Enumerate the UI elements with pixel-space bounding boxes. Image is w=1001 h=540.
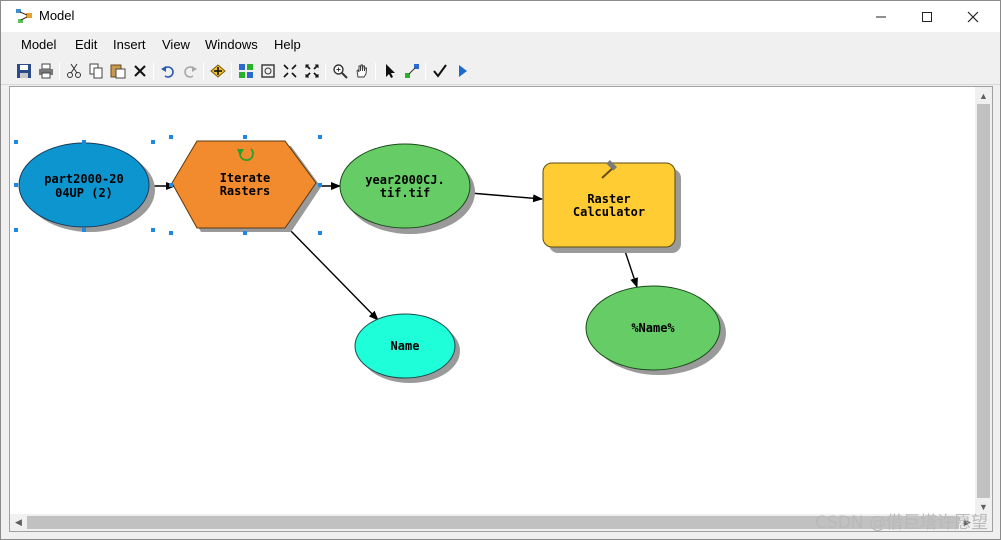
minimize-icon — [876, 16, 886, 17]
paste-button[interactable] — [109, 62, 127, 80]
auto-layout-icon — [239, 64, 253, 78]
save-icon — [17, 64, 31, 78]
auto-layout-button[interactable] — [237, 62, 255, 80]
run-icon — [459, 65, 467, 77]
print-icon — [39, 63, 53, 79]
node-tool-label-2: Calculator — [573, 205, 645, 219]
minimize-button[interactable] — [858, 1, 904, 32]
toolbar-separator — [59, 63, 60, 80]
node-raster-calculator[interactable]: Raster Calculator — [542, 162, 681, 253]
maximize-button[interactable] — [904, 1, 950, 32]
connect-button[interactable] — [403, 62, 421, 80]
modelbuilder-app-icon — [16, 9, 32, 23]
watermark: CSDN @借巨塔许愿望 — [815, 513, 988, 533]
cut-button[interactable] — [65, 62, 83, 80]
title-bar: Model — [1, 1, 1000, 32]
node-output-raster[interactable]: year2000CJ. tif.tif — [339, 143, 475, 234]
copy-button[interactable] — [87, 62, 105, 80]
model-canvas-frame: part2000-20 04UP (2) Iterate Rasters yea… — [9, 86, 993, 532]
menu-help[interactable]: Help — [274, 37, 301, 52]
copy-icon — [89, 63, 103, 79]
node-tool-label-1: Raster — [587, 192, 630, 206]
validate-button[interactable] — [431, 62, 449, 80]
redo-button[interactable] — [181, 62, 199, 80]
toolbar-separator — [231, 63, 232, 80]
pan-icon — [356, 64, 367, 78]
node-input-dataset[interactable]: part2000-20 04UP (2) — [18, 142, 155, 232]
fixed-zoom-out-button[interactable] — [303, 62, 321, 80]
toolbar-separator — [203, 63, 204, 80]
scroll-up-arrow-icon[interactable]: ▲ — [975, 87, 992, 104]
undo-button[interactable] — [159, 62, 177, 80]
select-button[interactable] — [381, 62, 399, 80]
delete-icon — [134, 65, 146, 77]
save-button[interactable] — [15, 62, 33, 80]
connector-output-to-tool[interactable] — [469, 192, 543, 203]
undo-icon — [161, 66, 174, 78]
connect-icon — [405, 64, 419, 78]
model-canvas[interactable]: part2000-20 04UP (2) Iterate Rasters yea… — [10, 87, 976, 515]
menu-view[interactable]: View — [162, 37, 190, 52]
node-input-label-2: 04UP (2) — [55, 186, 113, 200]
model-diagram: part2000-20 04UP (2) Iterate Rasters yea… — [14, 135, 726, 383]
toolbar-separator — [375, 63, 376, 80]
pan-button[interactable] — [353, 62, 371, 80]
node-input-label-1: part2000-20 — [44, 172, 123, 186]
node-output-label-2: tif.tif — [380, 186, 431, 200]
close-icon — [967, 11, 979, 22]
vertical-scroll-thumb[interactable] — [977, 104, 990, 498]
vertical-scrollbar[interactable]: ▲ ▼ — [975, 87, 992, 515]
validate-icon — [433, 64, 447, 78]
zoom-in-icon — [333, 64, 348, 79]
redo-icon — [184, 66, 197, 78]
node-iterator-label-1: Iterate — [220, 171, 271, 185]
toolbar-separator — [325, 63, 326, 80]
maximize-icon — [922, 11, 932, 22]
menu-insert[interactable]: Insert — [113, 37, 146, 52]
toolbar — [1, 59, 1000, 85]
node-result-label: %Name% — [631, 321, 675, 335]
select-icon — [386, 64, 395, 78]
connector-tool-to-result[interactable] — [623, 247, 638, 288]
paste-icon — [110, 64, 126, 79]
toolbar-separator — [425, 63, 426, 80]
node-name-label: Name — [391, 339, 420, 353]
node-name-variable[interactable]: Name — [354, 313, 460, 383]
menu-windows[interactable]: Windows — [205, 37, 258, 52]
close-button[interactable] — [950, 1, 996, 32]
zoom-in-button[interactable] — [331, 62, 349, 80]
toolbar-separator — [153, 63, 154, 80]
scroll-left-arrow-icon[interactable]: ◀ — [10, 514, 27, 531]
node-iterate-rasters[interactable]: Iterate Rasters — [171, 140, 321, 232]
node-result-raster[interactable]: %Name% — [585, 285, 726, 375]
add-data-button[interactable] — [209, 62, 227, 80]
run-button[interactable] — [453, 62, 471, 80]
fixed-zoom-in-icon — [283, 64, 297, 78]
node-output-label-1: year2000CJ. — [365, 173, 444, 187]
connector-iterator-to-name[interactable] — [286, 226, 379, 321]
menu-edit[interactable]: Edit — [75, 37, 97, 52]
print-button[interactable] — [37, 62, 55, 80]
full-extent-icon — [261, 64, 275, 78]
menu-bar: Model Edit Insert View Windows Help — [1, 32, 1000, 59]
fixed-zoom-out-icon — [305, 64, 319, 78]
full-extent-button[interactable] — [259, 62, 277, 80]
node-iterator-label-2: Rasters — [220, 184, 271, 198]
delete-button[interactable] — [131, 62, 149, 80]
fixed-zoom-in-button[interactable] — [281, 62, 299, 80]
model-window: Model Model Edit Insert View Windows Hel… — [0, 0, 1001, 540]
menu-model[interactable]: Model — [21, 37, 56, 52]
window-title: Model — [39, 8, 75, 23]
add-data-icon — [210, 64, 226, 78]
cut-icon — [67, 63, 81, 78]
